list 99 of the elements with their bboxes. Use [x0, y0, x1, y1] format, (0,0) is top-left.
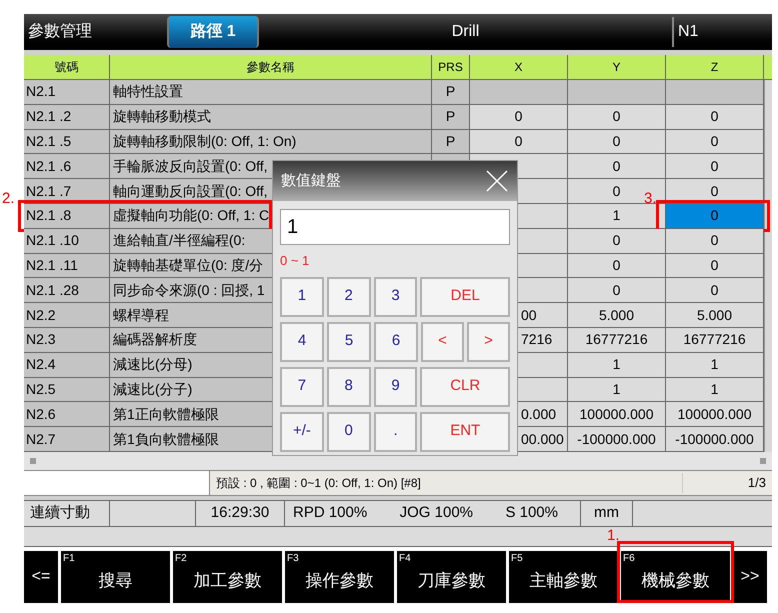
y-cell: -100000.000 [568, 427, 666, 451]
keypad-key[interactable]: 4 [280, 322, 324, 362]
z-cell[interactable]: 0 [666, 204, 764, 228]
function-key[interactable]: F2 加工參數 [173, 550, 282, 603]
close-icon[interactable] [485, 169, 509, 193]
parameter-code: N2.1 .2 [24, 104, 110, 129]
parameter-code: N2.1 .10 [24, 228, 110, 253]
column-header: Z [666, 55, 764, 79]
parameter-code: N2.2 [24, 303, 110, 327]
parameter-code: N2.1 .6 [24, 154, 110, 178]
vertical-scrollbar[interactable] [764, 80, 772, 452]
column-header: PRS [432, 55, 470, 79]
parameter-code: N2.1 [24, 80, 110, 104]
z-cell[interactable]: 0 [666, 154, 764, 178]
z-cell[interactable]: 0 [666, 228, 764, 253]
parameter-code: N2.1 .8 [24, 204, 110, 228]
column-header: 號碼 [24, 55, 110, 79]
y-cell: 1 [568, 204, 666, 228]
path-tab[interactable]: 路徑 1 [167, 16, 259, 48]
keypad-key[interactable]: +/- [280, 412, 324, 452]
key-number: F5 [511, 552, 523, 566]
keypad-key[interactable]: 5 [327, 322, 371, 362]
column-header: Y [568, 55, 666, 79]
z-cell[interactable]: 0 [666, 278, 764, 302]
function-key[interactable]: F4 刀庫參數 [397, 550, 506, 603]
x-cell: 0 [470, 130, 568, 154]
y-cell: 5.000 [568, 303, 666, 327]
y-cell: 0 [568, 104, 666, 129]
page-nav-button[interactable]: >> [733, 550, 767, 603]
step-label: 2. [2, 188, 15, 209]
keypad-key[interactable]: 3 [374, 276, 418, 316]
y-cell: 0 [568, 154, 666, 178]
clock: 16:29:30 [196, 500, 285, 526]
z-cell[interactable]: -100000.000 [666, 427, 764, 451]
spindle-override: S 100% [505, 503, 558, 524]
keypad-key[interactable]: 7 [280, 366, 324, 406]
y-cell: 0 [568, 278, 666, 302]
z-cell[interactable]: 100000.000 [666, 402, 764, 426]
y-cell: 100000.000 [568, 402, 666, 426]
prs-cell: P [432, 130, 470, 154]
y-cell: 1 [568, 352, 666, 377]
keypad-key[interactable]: 9 [374, 366, 418, 406]
z-cell[interactable]: 0 [666, 254, 764, 278]
prs-cell: P [432, 104, 470, 129]
function-key[interactable]: F5 主軸參數 [509, 550, 618, 603]
parameter-code: N2.7 [24, 427, 110, 451]
page-nav-button[interactable]: <= [24, 550, 58, 603]
parameter-name: 軸特性設置 [110, 80, 432, 104]
y-cell: 0 [568, 254, 666, 278]
step-label: 1. [607, 526, 620, 546]
y-cell: 0 [568, 130, 666, 154]
parameter-code: N2.1 .5 [24, 130, 110, 154]
keypad-key[interactable]: 0 [326, 412, 371, 452]
screen-title: 參數管理 [27, 22, 93, 42]
key-number: F1 [63, 552, 75, 566]
key-number: F3 [287, 552, 299, 566]
program-name: Drill [450, 22, 480, 42]
y-cell: 0 [568, 228, 666, 253]
z-cell[interactable]: 5.000 [666, 303, 764, 327]
rapid-override: RPD 100% [293, 503, 368, 524]
z-cell[interactable] [666, 80, 764, 104]
jog-override: JOG 100% [400, 503, 474, 524]
z-cell[interactable]: 16777216 [666, 328, 764, 352]
prs-cell: P [432, 80, 470, 104]
x-cell: 0 [470, 104, 568, 129]
parameter-code: N2.1 .11 [24, 254, 110, 278]
keypad-key[interactable]: 8 [326, 366, 371, 406]
key-number: F6 [623, 552, 635, 566]
function-key[interactable]: F3 操作參數 [285, 550, 394, 603]
value-input[interactable]: 1 [280, 209, 510, 245]
z-cell[interactable]: 1 [666, 352, 764, 377]
function-key[interactable]: F6 機械參數 [621, 550, 730, 603]
z-cell[interactable]: 0 [666, 104, 764, 129]
block-number: N1 [672, 17, 772, 47]
parameter-name: 旋轉軸移動限制(0: Off, 1: On) [110, 130, 432, 154]
key-number: F2 [175, 552, 187, 566]
y-cell: 1 [568, 378, 666, 402]
unit-label: mm [581, 500, 633, 526]
keypad-key[interactable]: 6 [374, 322, 418, 362]
parameter-code: N2.1 .28 [24, 278, 110, 302]
keypad-key[interactable]: . [374, 412, 418, 452]
key-number: F4 [399, 552, 411, 566]
parameter-code: N2.6 [24, 402, 110, 426]
jog-mode: 連續寸動 [24, 500, 110, 526]
z-cell[interactable]: 1 [666, 378, 764, 402]
page-indicator: 1/3 [682, 473, 772, 493]
keypad-key[interactable]: 2 [326, 276, 371, 316]
column-header: X [470, 55, 568, 79]
info-message: 預設 : 0 , 範圍 : 0~1 (0: Off, 1: On) [#8] [215, 474, 422, 492]
parameter-code: N2.5 [24, 378, 110, 402]
range-hint: 0 ~ 1 [280, 252, 310, 270]
parameter-code: N2.4 [24, 352, 110, 377]
z-cell[interactable]: 0 [666, 130, 764, 154]
y-cell: 16777216 [568, 328, 666, 352]
column-header: 參數名稱 [110, 55, 432, 79]
parameter-code: N2.3 [24, 328, 110, 352]
parameter-name: 旋轉軸移動模式 [110, 104, 432, 129]
function-key[interactable]: F1 搜尋 [61, 550, 170, 603]
keypad-key[interactable]: 1 [280, 276, 324, 316]
